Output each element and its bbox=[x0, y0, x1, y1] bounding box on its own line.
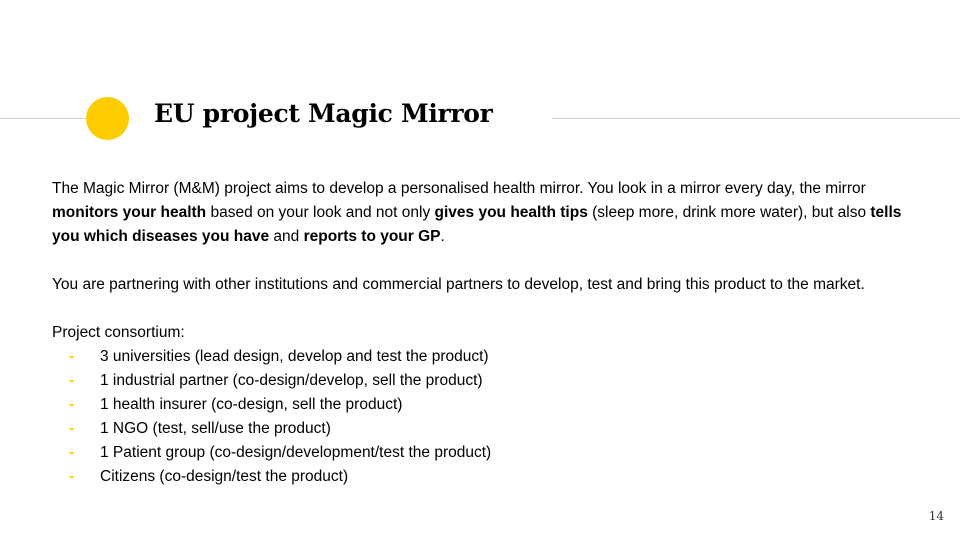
bullet-dash: - bbox=[69, 348, 75, 365]
consortium-list: - 3 universities (lead design, develop an… bbox=[52, 345, 932, 489]
page-number: 14 bbox=[928, 509, 944, 523]
list-item-text: 1 Patient group (co-design/development/t… bbox=[100, 444, 492, 461]
list-item-text: 1 industrial partner (co-design/develop,… bbox=[100, 372, 483, 389]
list-item: - 1 Patient group (co-design/development/… bbox=[52, 441, 932, 465]
list-item: - 3 universities (lead design, develop an… bbox=[52, 345, 932, 369]
list-item-text: Citizens (co-design/test the product) bbox=[100, 468, 349, 485]
list-item-text: 1 NGO (test, sell/use the product) bbox=[100, 420, 331, 437]
accent-circle bbox=[86, 97, 129, 140]
intro-text-4: and bbox=[269, 228, 304, 245]
intro-bold-1: monitors your health bbox=[52, 204, 207, 221]
consortium-heading: Project consortium: bbox=[52, 324, 185, 341]
title-divider-left bbox=[0, 118, 90, 119]
slide-title: EU project Magic Mirror bbox=[154, 99, 493, 128]
slide-body: The Magic Mirror (M&M) project aims to d… bbox=[52, 177, 932, 489]
list-item: - Citizens (co-design/test the product) bbox=[52, 465, 932, 489]
bullet-dash: - bbox=[69, 396, 75, 413]
list-item: - 1 NGO (test, sell/use the product) bbox=[52, 417, 932, 441]
intro-text-5: . bbox=[440, 228, 445, 245]
title-divider-right bbox=[552, 118, 960, 119]
partnering-paragraph: You are partnering with other institutio… bbox=[52, 276, 865, 293]
list-item-text: 3 universities (lead design, develop and… bbox=[100, 348, 489, 365]
bullet-dash: - bbox=[69, 420, 75, 437]
bullet-dash: - bbox=[69, 444, 75, 461]
bullet-dash: - bbox=[69, 468, 75, 485]
list-item-text: 1 health insurer (co-design, sell the pr… bbox=[100, 396, 403, 413]
intro-bold-2: gives you health tips bbox=[434, 204, 588, 221]
intro-paragraph: The Magic Mirror (M&M) project aims to d… bbox=[52, 177, 932, 249]
intro-text-2: based on your look and not only bbox=[206, 204, 435, 221]
intro-bold-4: reports to your GP bbox=[303, 228, 441, 245]
slide: EU project Magic Mirror The Magic Mirror… bbox=[0, 0, 960, 540]
intro-text-3: (sleep more, drink more water), but also bbox=[587, 204, 871, 221]
intro-text-1: The Magic Mirror (M&M) project aims to d… bbox=[52, 180, 866, 197]
list-item: - 1 health insurer (co-design, sell the p… bbox=[52, 393, 932, 417]
list-item: - 1 industrial partner (co-design/develop… bbox=[52, 369, 932, 393]
bullet-dash: - bbox=[69, 372, 75, 389]
